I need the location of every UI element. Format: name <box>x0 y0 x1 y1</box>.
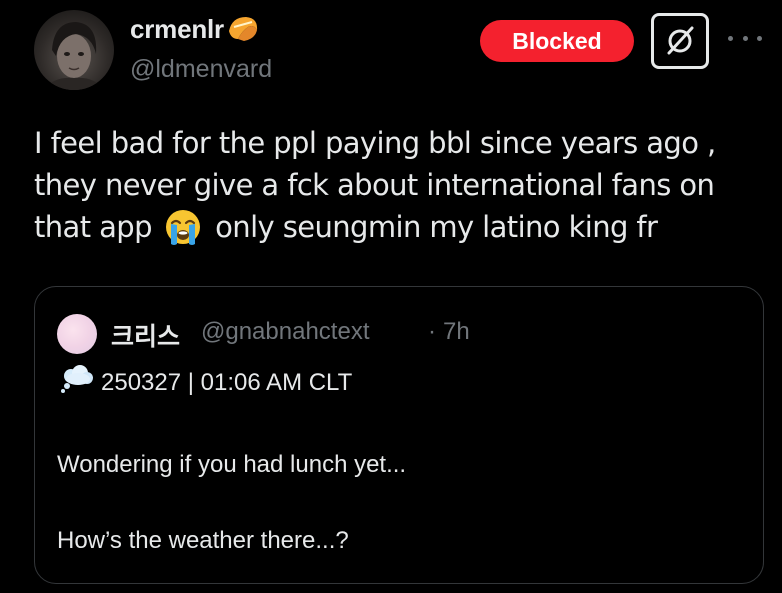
grok-button[interactable] <box>651 13 709 69</box>
more-dot <box>742 35 748 41</box>
quote-timestamp-line: 250327 | 01:06 AM CLT <box>101 369 353 396</box>
tweet-line-part: that app <box>34 210 153 244</box>
tweet: crmenlr @ldmenvard Blocked I feel bad fo… <box>0 0 782 593</box>
grok-icon <box>667 26 694 55</box>
quote-text-line: How’s the weather there...? <box>57 527 349 554</box>
more-icon[interactable] <box>728 28 762 48</box>
author-handle[interactable]: @ldmenvard <box>130 55 272 84</box>
fortune-cookie-icon <box>226 13 260 43</box>
quote-text-line: Wondering if you had lunch yet... <box>57 451 407 478</box>
more-dot <box>757 35 762 41</box>
more-dot <box>728 35 733 41</box>
tweet-line: I feel bad for the ppl paying bbl since … <box>34 126 716 160</box>
quoted-tweet[interactable]: 크리스 @gnabnahctext · 7h 250327 | 01:06 AM… <box>34 286 764 584</box>
quote-avatar[interactable] <box>57 314 97 354</box>
quote-separator: · <box>428 318 436 345</box>
tweet-line: that app only seungmin my latino king fr <box>34 206 774 248</box>
author-name-text: crmenlr <box>130 14 224 44</box>
quote-time[interactable]: 7h <box>443 318 470 346</box>
tweet-line-part: only seungmin my latino king fr <box>215 210 658 244</box>
blocked-button[interactable]: Blocked <box>480 20 634 62</box>
quote-display-name[interactable]: 크리스 <box>111 317 180 353</box>
loudly-crying-face-emoji <box>163 207 203 247</box>
thought-balloon-icon <box>59 364 95 394</box>
tweet-text: I feel bad for the ppl paying bbl since … <box>34 122 774 248</box>
quote-handle[interactable]: @gnabnahctext <box>201 318 369 346</box>
avatar[interactable] <box>34 10 114 90</box>
author-display-name[interactable]: crmenlr <box>130 14 260 45</box>
tweet-line: they never give a fck about internationa… <box>34 168 715 202</box>
